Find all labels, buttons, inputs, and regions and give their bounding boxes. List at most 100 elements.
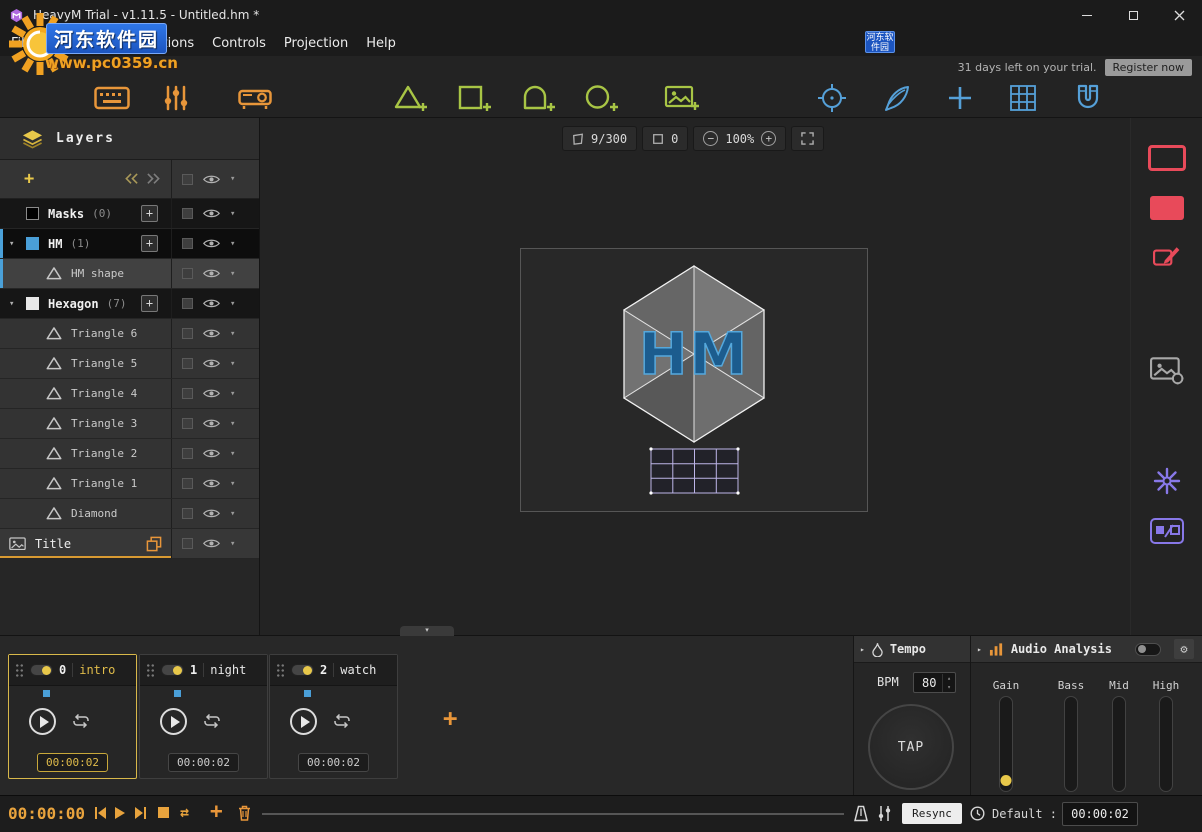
media-tool-button[interactable] bbox=[1150, 355, 1184, 385]
layer-item-hm-shape[interactable]: HM shape ▾ bbox=[0, 259, 259, 289]
visibility-eye-icon[interactable] bbox=[203, 358, 220, 369]
row-checkbox[interactable] bbox=[182, 298, 193, 309]
gain-knob[interactable] bbox=[1001, 775, 1012, 786]
visibility-eye-icon[interactable] bbox=[203, 328, 220, 339]
spin-up-icon[interactable]: ▴ bbox=[943, 674, 955, 683]
row-checkbox[interactable] bbox=[182, 538, 193, 549]
hm-logo-text[interactable]: HM bbox=[639, 320, 749, 388]
row-chevron-icon[interactable]: ▾ bbox=[230, 269, 235, 279]
add-quad-button[interactable] bbox=[453, 80, 497, 116]
audio-enable-toggle[interactable] bbox=[1135, 643, 1161, 656]
zoom-out-button[interactable]: − bbox=[703, 131, 718, 146]
preview-shapes[interactable]: HM bbox=[521, 249, 869, 513]
row-chevron-icon[interactable]: ▾ bbox=[230, 359, 235, 369]
layer-group-hm[interactable]: ▾ HM (1) + ▾ bbox=[0, 229, 259, 259]
metronome-icon[interactable] bbox=[854, 805, 868, 822]
bpm-spin-arrows[interactable]: ▴ ▾ bbox=[942, 674, 955, 692]
effects-tool-button[interactable] bbox=[1153, 467, 1181, 495]
drag-handle-icon[interactable] bbox=[276, 663, 285, 678]
add-triangle-button[interactable] bbox=[389, 80, 433, 116]
row-chevron-icon[interactable]: ▾ bbox=[230, 479, 235, 489]
fill-tool-button[interactable] bbox=[1150, 196, 1184, 220]
master-select-checkbox[interactable] bbox=[182, 174, 193, 185]
transition-tool-button[interactable] bbox=[1150, 518, 1184, 544]
row-checkbox[interactable] bbox=[182, 388, 193, 399]
row-chevron-icon[interactable]: ▾ bbox=[230, 539, 235, 549]
visibility-eye-icon[interactable] bbox=[203, 298, 220, 309]
duplicate-icon[interactable] bbox=[146, 536, 162, 552]
sequence-play-button[interactable] bbox=[290, 708, 317, 735]
master-visibility-eye-icon[interactable] bbox=[203, 174, 220, 185]
add-shape-button[interactable]: + bbox=[141, 235, 158, 252]
sequence-play-button[interactable] bbox=[29, 708, 56, 735]
expand-icon[interactable]: ▾ bbox=[9, 239, 26, 249]
default-duration-value[interactable]: 00:00:02 bbox=[1062, 802, 1138, 826]
visibility-eye-icon[interactable] bbox=[203, 478, 220, 489]
add-sequence-button[interactable]: + bbox=[443, 704, 457, 732]
sequence-play-button[interactable] bbox=[160, 708, 187, 735]
layer-item-title[interactable]: Title ▾ bbox=[0, 529, 259, 559]
layer-item-diamond[interactable]: Diamond ▾ bbox=[0, 499, 259, 529]
move-layer-front-icon[interactable] bbox=[146, 173, 161, 184]
projection-preview[interactable]: HM bbox=[520, 248, 868, 512]
sequence-toggle[interactable] bbox=[291, 664, 314, 676]
menu-projection[interactable]: Projection bbox=[275, 36, 357, 51]
visibility-eye-icon[interactable] bbox=[203, 538, 220, 549]
add-mask-button[interactable]: + bbox=[141, 205, 158, 222]
add-circle-button[interactable] bbox=[580, 80, 624, 116]
stop-button[interactable] bbox=[158, 807, 169, 818]
drag-handle-icon[interactable] bbox=[15, 663, 24, 678]
register-now-button[interactable]: Register now bbox=[1105, 59, 1192, 76]
row-checkbox[interactable] bbox=[182, 238, 193, 249]
fader-icon[interactable] bbox=[877, 805, 892, 822]
layer-item-triangle-3[interactable]: Triangle 3 ▾ bbox=[0, 409, 259, 439]
menu-controls[interactable]: Controls bbox=[203, 36, 275, 51]
row-chevron-icon[interactable]: ▾ bbox=[230, 239, 235, 249]
timeline-progress-bar[interactable] bbox=[262, 813, 844, 815]
collapse-tempo-arrow[interactable]: ▸ bbox=[860, 645, 865, 654]
bezier-warp-button[interactable] bbox=[875, 80, 919, 116]
bpm-spinner[interactable]: 80 ▴ ▾ bbox=[913, 672, 956, 693]
row-checkbox[interactable] bbox=[182, 508, 193, 519]
collapse-audio-arrow[interactable]: ▸ bbox=[977, 645, 982, 654]
menu-help[interactable]: Help bbox=[357, 36, 405, 51]
row-chevron-icon[interactable]: ▾ bbox=[230, 209, 235, 219]
play-button[interactable] bbox=[114, 806, 126, 820]
test-pattern-button[interactable] bbox=[810, 80, 854, 116]
add-point-button[interactable] bbox=[938, 80, 982, 116]
visibility-eye-icon[interactable] bbox=[203, 508, 220, 519]
visibility-eye-icon[interactable] bbox=[203, 448, 220, 459]
layer-item-triangle-5[interactable]: Triangle 5 ▾ bbox=[0, 349, 259, 379]
close-button[interactable] bbox=[1156, 0, 1202, 30]
row-chevron-icon[interactable]: ▾ bbox=[230, 299, 235, 309]
drag-handle-icon[interactable] bbox=[146, 663, 155, 678]
master-chevron-icon[interactable]: ▾ bbox=[230, 174, 235, 184]
layer-item-triangle-6[interactable]: Triangle 6 ▾ bbox=[0, 319, 259, 349]
minimize-button[interactable] bbox=[1064, 0, 1110, 30]
mid-slider[interactable] bbox=[1112, 696, 1126, 792]
loop-button[interactable] bbox=[71, 713, 91, 729]
loop-button[interactable] bbox=[202, 713, 222, 729]
zoom-in-button[interactable]: + bbox=[761, 131, 776, 146]
grid-snap-button[interactable] bbox=[1001, 80, 1045, 116]
fit-view-button[interactable] bbox=[791, 126, 824, 151]
visibility-eye-icon[interactable] bbox=[203, 268, 220, 279]
add-shape-button[interactable]: + bbox=[141, 295, 158, 312]
skip-forward-button[interactable] bbox=[134, 806, 147, 820]
layer-item-triangle-4[interactable]: Triangle 4 ▾ bbox=[0, 379, 259, 409]
high-slider[interactable] bbox=[1159, 696, 1173, 792]
sequence-toggle[interactable] bbox=[30, 664, 53, 676]
row-chevron-icon[interactable]: ▾ bbox=[230, 449, 235, 459]
add-rounded-shape-button[interactable] bbox=[517, 80, 561, 116]
visibility-eye-icon[interactable] bbox=[203, 208, 220, 219]
row-chevron-icon[interactable]: ▾ bbox=[230, 509, 235, 519]
row-checkbox[interactable] bbox=[182, 418, 193, 429]
controls-settings-button[interactable] bbox=[154, 80, 198, 116]
visibility-eye-icon[interactable] bbox=[203, 238, 220, 249]
delete-sequence-button[interactable] bbox=[238, 805, 251, 821]
magnet-snap-button[interactable] bbox=[1066, 80, 1110, 116]
add-media-button[interactable] bbox=[660, 80, 704, 116]
mapping-canvas[interactable]: 9/300 0 − 100% + HM bbox=[260, 118, 1130, 635]
layer-group-hexagon[interactable]: ▾ Hexagon (7) + ▾ bbox=[0, 289, 259, 319]
move-layer-back-icon[interactable] bbox=[124, 173, 139, 184]
